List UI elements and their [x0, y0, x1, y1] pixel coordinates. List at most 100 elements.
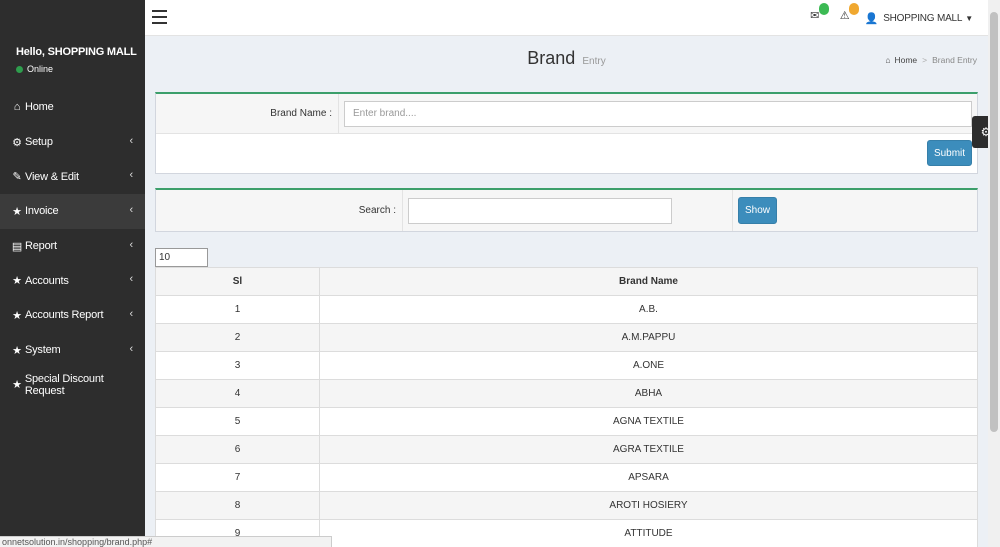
column-header-brand-name[interactable]: Brand Name [319, 267, 978, 296]
table-body: 1 A.B. 2 A.M.PAPPU 3 A.ONE 4 ABHA 5 AGNA TEXTILE 6… [155, 295, 978, 547]
brand-name-cell [339, 94, 977, 133]
sidebar-item-accounts-report[interactable]: ★ Accounts Report ‹ [0, 298, 145, 333]
cell-sl: 2 [155, 323, 320, 352]
table-row[interactable]: 3 A.ONE [155, 351, 978, 380]
cell-sl: 5 [155, 407, 320, 436]
star-icon: ★ [12, 379, 22, 392]
envelope-icon[interactable]: ✉ [805, 3, 829, 27]
sidebar-item-accounts[interactable]: ★ Accounts ‹ [0, 263, 145, 298]
cell-brand-name: A.ONE [319, 351, 978, 380]
sidebar-item-setup[interactable]: ⚙ Setup ‹ [0, 125, 145, 160]
user-menu[interactable]: 👤 SHOPPING MALL ▼ [864, 12, 974, 25]
cell-brand-name: AGRA TEXTILE [319, 435, 978, 464]
star-icon: ★ [12, 309, 22, 322]
table-row[interactable]: 6 AGRA TEXTILE [155, 435, 978, 464]
brand-table: Sl Brand Name 1 A.B. 2 A.M.PAPPU 3 A.ONE 4 ABHA… [155, 267, 978, 547]
main-content: ✉ ⚠ 👤 SHOPPING MALL ▼ Brand Entry ⌂ Home… [145, 0, 988, 547]
cell-brand-name: AROTI HOSIERY [319, 491, 978, 520]
alert-badge [848, 3, 859, 15]
warning-icon[interactable]: ⚠ [835, 3, 859, 27]
search-panel: Search : Show [155, 188, 978, 232]
mail-badge [818, 3, 829, 15]
cell-sl: 3 [155, 351, 320, 380]
user-icon: 👤 [864, 12, 879, 25]
home-icon: ⌂ [13, 101, 21, 114]
sidebar-item-view-and-edit[interactable]: ✎ View & Edit ‹ [0, 159, 145, 194]
table-row[interactable]: 8 AROTI HOSIERY [155, 491, 978, 520]
page-title: Brand Entry [145, 48, 988, 69]
brand-name-row: Brand Name : [156, 94, 977, 134]
chevron-left-icon: ‹ [129, 273, 134, 286]
search-label: Search : [156, 190, 403, 231]
chevron-left-icon: ‹ [129, 342, 134, 355]
cell-brand-name: ATTITUDE [319, 519, 978, 547]
edit-icon: ✎ [12, 171, 22, 184]
sidebar-item-label: View & Edit [25, 170, 79, 183]
chevron-left-icon: ‹ [129, 308, 134, 321]
page-length-input[interactable] [155, 248, 208, 267]
sidebar-item-label: Setup [25, 136, 53, 149]
sidebar-item-label: Report [25, 240, 57, 253]
page-title-text: Brand [527, 48, 576, 68]
brand-name-label: Brand Name : [156, 94, 339, 133]
user-menu-label: SHOPPING MALL [883, 12, 963, 24]
sidebar-menu: ⌂ Home ⚙ Setup ‹ ✎ View & Edit ‹ ★ Invoice ‹ ▤ Repor… [0, 90, 145, 402]
sidebar-item-special-discount-request[interactable]: ★ Special Discount Request [0, 368, 145, 403]
top-navbar: ✉ ⚠ 👤 SHOPPING MALL ▼ [145, 0, 988, 36]
sidebar-item-label: Accounts [25, 274, 69, 287]
cell-sl: 8 [155, 491, 320, 520]
search-input[interactable] [408, 197, 672, 224]
sidebar-toggle-icon[interactable] [152, 10, 167, 28]
table-row[interactable]: 1 A.B. [155, 295, 978, 324]
submit-button[interactable]: Submit [927, 140, 972, 166]
cell-sl: 7 [155, 463, 320, 492]
table-row[interactable]: 7 APSARA [155, 463, 978, 492]
online-status: Online [16, 64, 145, 74]
column-header-sl[interactable]: Sl [155, 267, 320, 296]
table-row[interactable]: 4 ABHA [155, 379, 978, 408]
sidebar-item-invoice[interactable]: ★ Invoice ‹ [0, 194, 145, 229]
sidebar-item-label: Home [25, 101, 54, 114]
search-cell [403, 190, 733, 231]
star-icon: ★ [12, 205, 22, 218]
chevron-left-icon: ‹ [129, 134, 134, 147]
brand-name-input[interactable] [344, 100, 972, 127]
vertical-scrollbar[interactable] [988, 0, 1000, 547]
sidebar-item-label: Special Discount Request [24, 372, 104, 397]
show-button[interactable]: Show [738, 197, 777, 224]
online-status-label: Online [27, 64, 54, 74]
sidebar-item-label: Invoice [25, 205, 59, 218]
sidebar-item-report[interactable]: ▤ Report ‹ [0, 229, 145, 264]
chevron-left-icon: ‹ [129, 238, 134, 251]
scrollbar-thumb[interactable] [990, 12, 998, 432]
cell-brand-name: A.B. [319, 295, 978, 324]
chevron-left-icon: ‹ [129, 169, 134, 182]
home-icon: ⌂ [885, 55, 891, 65]
cell-brand-name: ABHA [319, 379, 978, 408]
cell-sl: 4 [155, 379, 320, 408]
breadcrumb-separator: > [922, 55, 928, 65]
navbar-right: ✉ ⚠ 👤 SHOPPING MALL ▼ [805, 3, 974, 27]
file-icon: ▤ [11, 240, 23, 253]
sidebar: Hello, SHOPPING MALL Online ⌂ Home ⚙ Setup ‹… [0, 0, 145, 547]
cell-brand-name: APSARA [319, 463, 978, 492]
breadcrumb: ⌂ Home > Brand Entry [885, 55, 977, 65]
brand-entry-form: Brand Name : Submit [155, 92, 978, 174]
user-panel: Hello, SHOPPING MALL Online [0, 0, 145, 90]
online-dot-icon [16, 65, 23, 73]
breadcrumb-home[interactable]: Home [894, 55, 917, 65]
caret-down-icon: ▼ [965, 13, 973, 23]
cell-brand-name: A.M.PAPPU [319, 323, 978, 352]
breadcrumb-current: Brand Entry [932, 55, 977, 65]
sidebar-item-label: Accounts Report [25, 309, 104, 322]
content-header: Brand Entry ⌂ Home > Brand Entry [145, 36, 988, 92]
sidebar-item-system[interactable]: ★ System ‹ [0, 333, 145, 368]
star-icon: ★ [12, 344, 22, 357]
cell-brand-name: AGNA TEXTILE [319, 407, 978, 436]
table-row[interactable]: 2 A.M.PAPPU [155, 323, 978, 352]
chevron-left-icon: ‹ [129, 204, 134, 217]
page-subtitle: Entry [582, 56, 606, 67]
table-row[interactable]: 5 AGNA TEXTILE [155, 407, 978, 436]
sidebar-item-home[interactable]: ⌂ Home [0, 90, 145, 125]
status-bar-url: onnetsolution.in/shopping/brand.php# [0, 536, 332, 547]
